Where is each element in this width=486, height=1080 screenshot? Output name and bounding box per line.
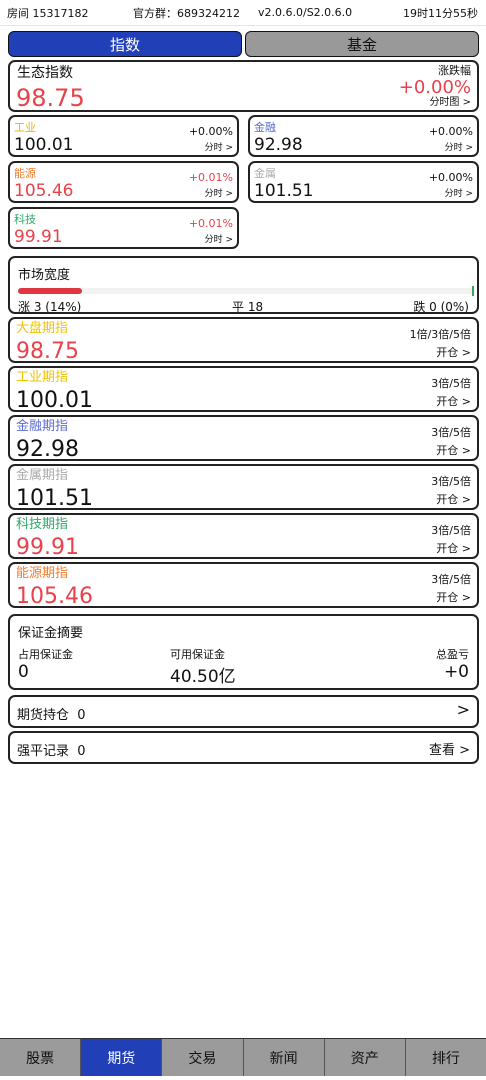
- nav-stocks[interactable]: 股票: [0, 1039, 82, 1076]
- nav-assets[interactable]: 资产: [324, 1039, 406, 1076]
- room-id: 房间 15317182: [7, 6, 89, 20]
- futures-value: 98.75: [16, 339, 79, 364]
- sector-change: +0.00%: [428, 171, 473, 184]
- breadth-down-bar: [472, 286, 474, 296]
- sector-change: +0.01%: [188, 171, 233, 184]
- view-button[interactable]: 查看 >: [429, 739, 470, 758]
- nav-ranking[interactable]: 排行: [405, 1039, 486, 1076]
- unchanged: 平 18: [232, 300, 264, 314]
- sector-name: 金融: [254, 121, 276, 134]
- margin-summary-title: 保证金摘要: [18, 626, 84, 641]
- leverage-options: 1倍/3倍/5倍: [409, 328, 471, 341]
- futures-name: 科技期指: [16, 517, 69, 532]
- used-margin-value: 0: [18, 662, 29, 682]
- sector-card-energy[interactable]: 能源 105.46 +0.01% 分时 >: [8, 161, 239, 203]
- futures-positions-row[interactable]: 期货持仓 0 >: [8, 695, 479, 728]
- sector-value: 105.46: [14, 181, 74, 201]
- open-position-button[interactable]: 开仓 >: [436, 344, 471, 360]
- futures-card-finance[interactable]: 金融期指 92.98 3倍/5倍 开仓 >: [8, 415, 479, 462]
- status-bar: 房间 15317182 官方群：689324212 v2.0.6.0/S2.0.…: [0, 0, 486, 26]
- nav-futures[interactable]: 期货: [81, 1039, 163, 1076]
- available-margin-label: 可用保证金: [170, 648, 225, 661]
- leverage-options: 3倍/5倍: [431, 475, 471, 488]
- sector-name: 科技: [14, 213, 36, 226]
- breadth-track: [18, 288, 474, 294]
- main-tabs: 指数 基金: [8, 31, 479, 57]
- liquidation-records-label: 强平记录 0: [17, 744, 86, 759]
- sector-change: +0.00%: [428, 125, 473, 138]
- futures-positions-label: 期货持仓 0: [17, 708, 86, 723]
- futures-card-industry[interactable]: 工业期指 100.01 3倍/5倍 开仓 >: [8, 366, 479, 413]
- chevron-right-icon[interactable]: >: [457, 700, 470, 719]
- open-position-button[interactable]: 开仓 >: [436, 442, 471, 458]
- nav-news[interactable]: 新闻: [243, 1039, 325, 1076]
- sector-value: 101.51: [254, 181, 314, 201]
- sector-intraday-link[interactable]: 分时 >: [205, 232, 233, 245]
- futures-value: 100.01: [16, 388, 93, 413]
- futures-value: 92.98: [16, 437, 79, 462]
- futures-card-tech[interactable]: 科技期指 99.91 3倍/5倍 开仓 >: [8, 513, 479, 560]
- open-position-button[interactable]: 开仓 >: [436, 491, 471, 507]
- futures-card-market[interactable]: 大盘期指 98.75 1倍/3倍/5倍 开仓 >: [8, 317, 479, 364]
- change-label: 涨跌幅: [438, 64, 471, 77]
- futures-name: 大盘期指: [16, 321, 69, 336]
- futures-card-metal[interactable]: 金属期指 101.51 3倍/5倍 开仓 >: [8, 464, 479, 511]
- sector-card-industry[interactable]: 工业 100.01 +0.00% 分时 >: [8, 115, 239, 157]
- sector-name: 金属: [254, 167, 276, 180]
- official-group: 官方群：689324212: [133, 6, 240, 20]
- sector-card-tech[interactable]: 科技 99.91 +0.01% 分时 >: [8, 207, 239, 249]
- open-position-button[interactable]: 开仓 >: [436, 589, 471, 605]
- intraday-chart-link[interactable]: 分时图 >: [429, 93, 471, 108]
- sector-value: 99.91: [14, 227, 63, 247]
- futures-name: 金属期指: [16, 468, 69, 483]
- total-pnl-label: 总盈亏: [436, 648, 469, 661]
- clock: 19时11分55秒: [403, 6, 478, 20]
- sector-intraday-link[interactable]: 分时 >: [445, 186, 473, 199]
- sector-card-finance[interactable]: 金融 92.98 +0.00% 分时 >: [248, 115, 479, 157]
- leverage-options: 3倍/5倍: [431, 524, 471, 537]
- decliners: 跌 0 (0%): [413, 300, 469, 314]
- eco-index-card[interactable]: 生态指数 98.75 涨跌幅 +0.00% 分时图 >: [8, 60, 479, 112]
- leverage-options: 3倍/5倍: [431, 573, 471, 586]
- futures-value: 99.91: [16, 535, 79, 560]
- advancers: 涨 3 (14%): [18, 300, 82, 314]
- sector-intraday-link[interactable]: 分时 >: [205, 140, 233, 153]
- market-breadth-title: 市场宽度: [18, 268, 71, 283]
- version: v2.0.6.0/S2.0.6.0: [258, 6, 353, 19]
- sector-change: +0.00%: [188, 125, 233, 138]
- sector-intraday-link[interactable]: 分时 >: [205, 186, 233, 199]
- futures-value: 105.46: [16, 584, 93, 609]
- sector-value: 100.01: [14, 135, 74, 155]
- leverage-options: 3倍/5倍: [431, 377, 471, 390]
- leverage-options: 3倍/5倍: [431, 426, 471, 439]
- eco-index-label: 生态指数: [17, 65, 73, 81]
- nav-trade[interactable]: 交易: [162, 1039, 244, 1076]
- sector-change: +0.01%: [188, 217, 233, 230]
- sector-intraday-link[interactable]: 分时 >: [445, 140, 473, 153]
- breadth-up-bar: [18, 288, 82, 294]
- futures-name: 工业期指: [16, 370, 69, 385]
- liquidation-records-count: 0: [77, 744, 86, 759]
- sector-name: 能源: [14, 167, 36, 180]
- open-position-button[interactable]: 开仓 >: [436, 540, 471, 556]
- open-position-button[interactable]: 开仓 >: [436, 393, 471, 409]
- used-margin-label: 占用保证金: [18, 648, 73, 661]
- sector-name: 工业: [14, 121, 36, 134]
- total-pnl-value: +0: [443, 662, 469, 682]
- margin-summary-card: 保证金摘要 占用保证金 0 可用保证金 40.50亿 总盈亏 +0: [8, 614, 479, 690]
- futures-card-energy[interactable]: 能源期指 105.46 3倍/5倍 开仓 >: [8, 562, 479, 609]
- futures-value: 101.51: [16, 486, 93, 511]
- market-breadth-card: 市场宽度 涨 3 (14%) 平 18 跌 0 (0%): [8, 256, 479, 314]
- available-margin-value: 40.50亿: [170, 667, 236, 687]
- eco-index-value: 98.75: [16, 84, 85, 112]
- liquidation-records-row[interactable]: 强平记录 0 查看 >: [8, 731, 479, 764]
- bottom-nav: 股票 期货 交易 新闻 资产 排行: [0, 1038, 486, 1076]
- futures-positions-count: 0: [77, 708, 86, 723]
- tab-fund[interactable]: 基金: [245, 31, 479, 57]
- futures-name: 能源期指: [16, 566, 69, 581]
- sector-card-metal[interactable]: 金属 101.51 +0.00% 分时 >: [248, 161, 479, 203]
- futures-name: 金融期指: [16, 419, 69, 434]
- sector-value: 92.98: [254, 135, 303, 155]
- tab-index[interactable]: 指数: [8, 31, 242, 57]
